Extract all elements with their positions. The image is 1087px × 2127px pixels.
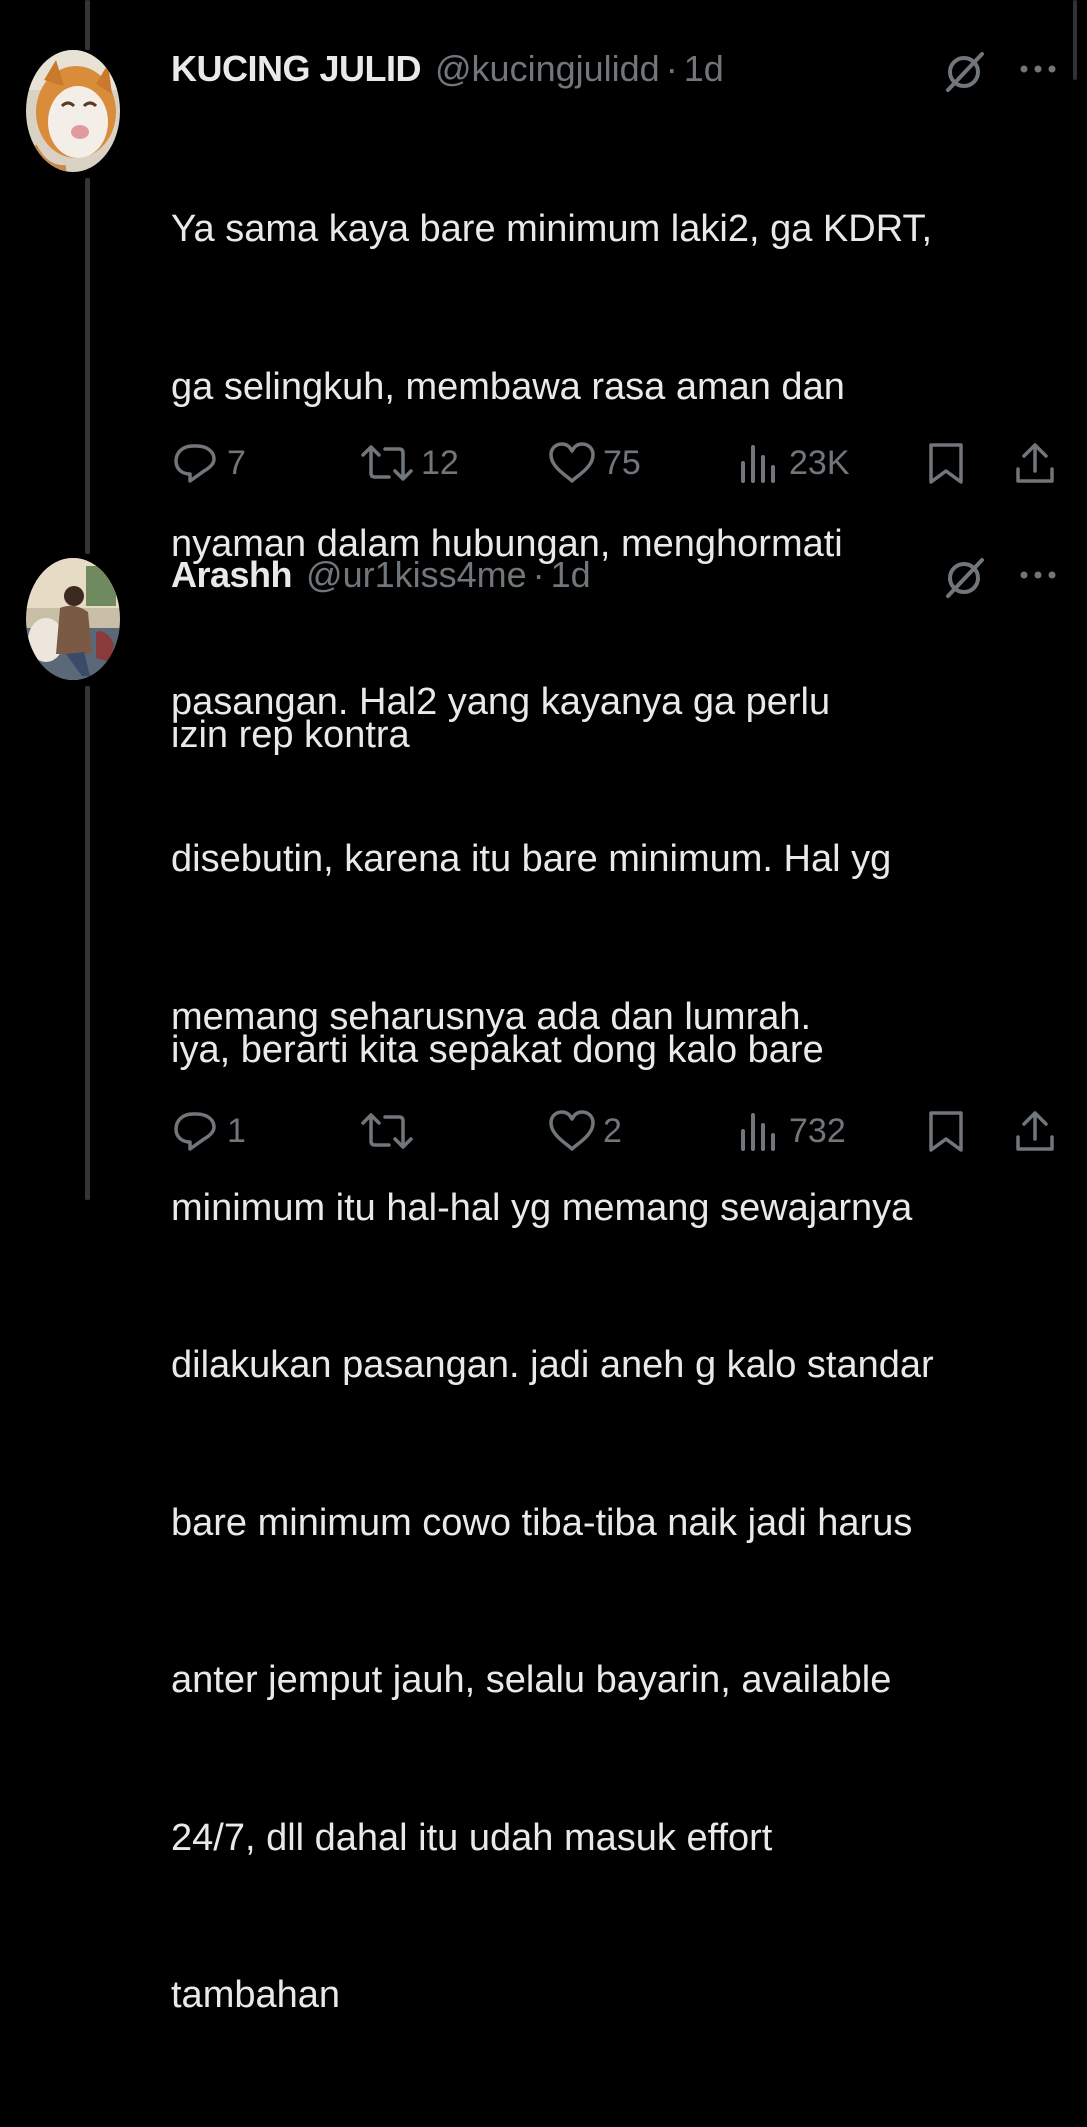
user-handle[interactable]: @ur1kiss4me [306, 554, 527, 596]
tweet-text-line [171, 867, 1051, 920]
more-icon[interactable] [1016, 560, 1060, 590]
bookmark-icon [929, 443, 963, 484]
bookmark-button[interactable] [925, 438, 967, 488]
reply-button[interactable]: 7 [171, 438, 246, 488]
tweet-text-line: tambahan [171, 1974, 341, 2016]
tweet-header: Arashh @ur1kiss4me · 1d [171, 550, 591, 600]
avatar[interactable] [26, 50, 120, 172]
tweet-header: KUCING JULID @kucingjulidd · 1d [171, 44, 724, 94]
heart-icon [549, 1110, 595, 1151]
tweet-text-line: izin rep kontra [171, 714, 410, 756]
share-icon [1016, 443, 1054, 483]
tweet-text-line: minimum itu hal-hal yg memang sewajarnya [171, 1186, 913, 1229]
share-icon [1016, 1111, 1054, 1151]
separator-dot: · [532, 554, 545, 595]
like-button[interactable]: 75 [547, 438, 641, 488]
display-name[interactable]: Arashh [171, 554, 293, 596]
share-button[interactable] [1013, 438, 1057, 488]
grok-icon[interactable] [942, 554, 988, 600]
repost-icon [361, 445, 413, 481]
repost-count: 12 [421, 443, 459, 482]
cat-avatar-image [26, 50, 120, 172]
user-avatar-image [26, 558, 120, 680]
tweet-text-line: bare minimum cowo tiba-tiba naik jadi ha… [171, 1501, 913, 1544]
like-count: 2 [603, 1111, 622, 1150]
reply-count: 7 [227, 443, 246, 482]
separator-dot: · [665, 48, 678, 89]
reply-count: 1 [227, 1111, 246, 1150]
tweet-text-line: Ya sama kaya bare minimum laki2, ga KDRT… [171, 208, 933, 250]
reply-button[interactable]: 1 [171, 1106, 246, 1156]
views-icon [741, 445, 775, 483]
views-icon [741, 1113, 775, 1151]
view-count: 23K [789, 443, 850, 482]
tweet-text-line: anter jemput jauh, selalu bayarin, avail… [171, 1659, 892, 1701]
heart-icon [549, 442, 595, 483]
bookmark-icon [929, 1111, 963, 1152]
tweet-text-line: dilakukan pasangan. jadi aneh g kalo sta… [171, 1344, 934, 1386]
repost-button[interactable] [359, 1106, 421, 1156]
tweet-text-line: 24/7, dll dahal itu udah masuk effort [171, 1816, 773, 1859]
like-button[interactable]: 2 [547, 1106, 622, 1156]
avatar[interactable] [26, 558, 120, 680]
views-button[interactable]: 732 [737, 1106, 846, 1156]
like-count: 75 [603, 443, 641, 482]
tweet-actions: 7 12 75 23K [171, 438, 1071, 488]
view-count: 732 [789, 1111, 846, 1150]
more-icon[interactable] [1016, 54, 1060, 84]
share-button[interactable] [1013, 1106, 1057, 1156]
repost-icon [361, 1113, 413, 1149]
reply-icon [174, 444, 216, 483]
bookmark-button[interactable] [925, 1106, 967, 1156]
tweet[interactable]: KUCING JULID @kucingjulidd · 1d Ya sama … [0, 44, 1087, 1038]
tweet-text-line: iya, berarti kita sepakat dong kalo bare [171, 1029, 824, 1071]
timestamp[interactable]: 1d [684, 48, 724, 90]
grok-icon[interactable] [942, 48, 988, 94]
tweet[interactable]: Arashh @ur1kiss4me · 1d izin rep kontra … [0, 550, 1087, 2016]
user-handle[interactable]: @kucingjulidd [435, 48, 660, 90]
reply-icon [174, 1112, 216, 1151]
views-button[interactable]: 23K [737, 438, 850, 488]
repost-button[interactable]: 12 [359, 438, 459, 488]
tweet-actions: 1 2 732 [171, 1106, 1071, 1156]
tweet-text: izin rep kontra iya, berarti kita sepaka… [171, 604, 1051, 2127]
timestamp[interactable]: 1d [551, 554, 591, 596]
tweet-text-line: ga selingkuh, membawa rasa aman dan [171, 365, 845, 408]
thread-line-top [85, 0, 90, 50]
display-name[interactable]: KUCING JULID [171, 48, 422, 90]
